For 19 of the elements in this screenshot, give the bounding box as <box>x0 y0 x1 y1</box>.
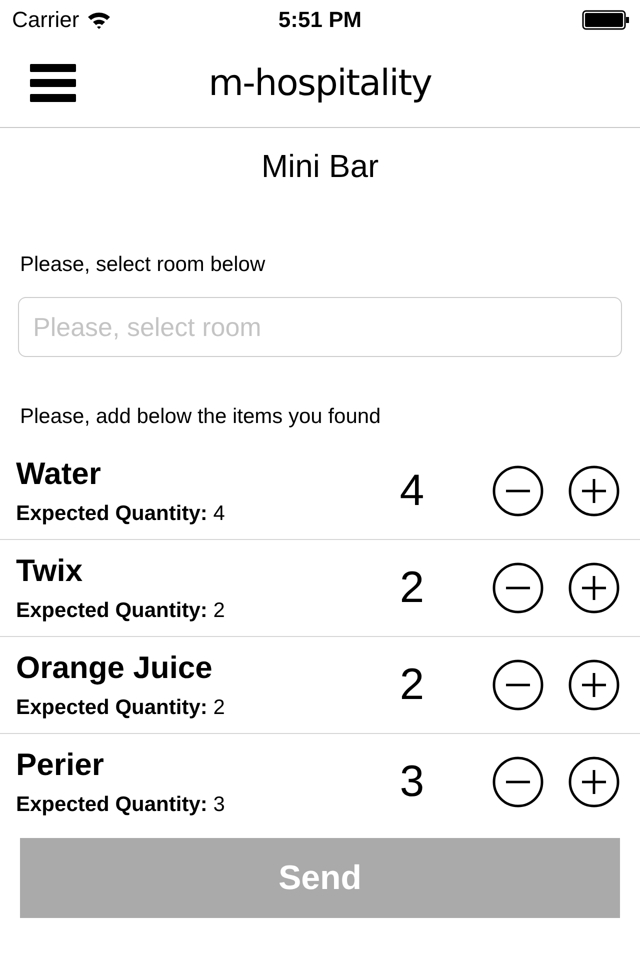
expected-quantity: Expected Quantity: 3 <box>16 793 226 817</box>
page-title: Mini Bar <box>260 148 380 185</box>
quantity-value: 3 <box>398 757 426 807</box>
item-name: Twix <box>16 553 84 589</box>
carrier-label: Carrier <box>12 7 80 33</box>
items-label: Please, add below the items you found <box>20 405 381 429</box>
room-label: Please, select room below <box>20 253 266 277</box>
app-logo: m-hospitality <box>208 63 432 104</box>
expected-quantity: Expected Quantity: 4 <box>16 502 226 526</box>
room-field[interactable]: Please, select room <box>18 297 622 357</box>
status-time: 5:51 PM <box>278 7 362 33</box>
item-name: Water <box>16 456 102 492</box>
item-name: Orange Juice <box>16 650 214 686</box>
quantity-value: 4 <box>398 466 426 516</box>
item-name: Perier <box>16 747 105 783</box>
quantity-value: 2 <box>398 563 426 613</box>
expected-quantity: Expected Quantity: 2 <box>16 696 226 720</box>
quantity-value: 2 <box>398 660 426 710</box>
expected-quantity: Expected Quantity: 2 <box>16 599 226 623</box>
